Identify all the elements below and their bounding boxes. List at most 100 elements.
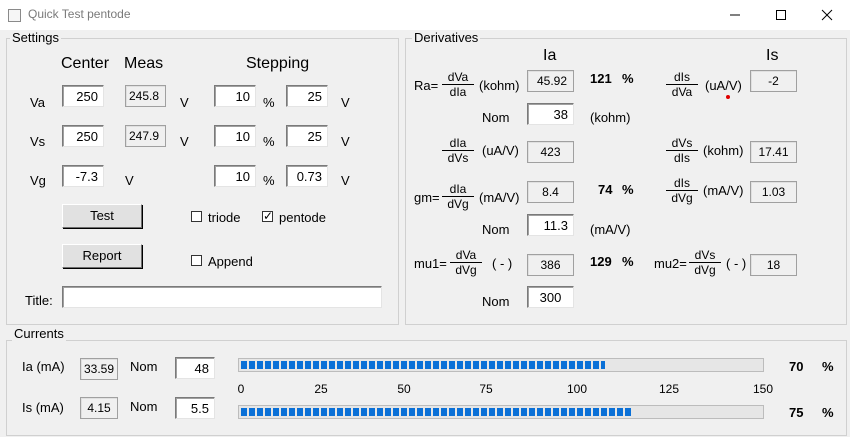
minimize-icon: [730, 14, 740, 16]
vs-center-input[interactable]: 250: [62, 125, 104, 147]
meas-header: Meas: [124, 55, 164, 72]
gm-nom-label: Nom: [482, 222, 510, 237]
scale-tick-125: 125: [658, 382, 680, 396]
ra-percent: 121: [590, 71, 612, 86]
ra-nom-label: Nom: [482, 110, 510, 125]
gm-nom-unit: (mA/V): [590, 222, 631, 237]
ia-percent: 70: [789, 359, 804, 374]
is-current-value: 4.15: [80, 397, 118, 419]
close-icon: [821, 9, 833, 21]
ra-prefix: Ra=: [414, 78, 439, 93]
scale-tick-50: 50: [397, 382, 411, 396]
center-header: Center: [61, 55, 110, 72]
pentode-checkbox[interactable]: ✓: [262, 211, 273, 222]
dvs-dis-value: 17.41: [750, 141, 797, 163]
vg-step-pct-input[interactable]: 10: [214, 165, 256, 187]
vg-unit: V: [125, 173, 134, 188]
currents-group-title: Currents: [12, 326, 66, 341]
ra-percent-sign: %: [622, 71, 634, 86]
va-step-value-input[interactable]: 25: [286, 85, 328, 107]
vg-step-value-input[interactable]: 0.73: [286, 165, 328, 187]
currents-group: [6, 340, 847, 436]
va-meas-value: 245.8: [125, 85, 166, 107]
red-dot-marker: [726, 95, 730, 99]
dis-dva-fraction: dIs dVa: [666, 70, 698, 99]
settings-group-title: Settings: [10, 30, 61, 45]
mu1-percent-sign: %: [622, 254, 634, 269]
is-current-label: Is (mA): [22, 400, 64, 415]
ia-progress-fill: [241, 361, 605, 369]
vs-label: Vs: [30, 134, 46, 149]
dis-dva-value: -2: [750, 70, 797, 92]
title-label: Title:: [25, 293, 53, 308]
va-pct-sign: %: [263, 95, 275, 110]
mu2-unit: ( - ): [726, 256, 747, 271]
scale-tick-100: 100: [566, 382, 588, 396]
vg-step-unit: V: [341, 173, 350, 188]
mu1-fraction: dVa dVg: [450, 248, 482, 277]
is-percent-sign: %: [822, 405, 834, 420]
derivatives-group-title: Derivatives: [412, 30, 481, 45]
report-button[interactable]: Report: [62, 244, 142, 268]
ra-fraction: dVa dIa: [442, 70, 474, 99]
mu2-fraction: dVs dVg: [689, 248, 721, 277]
pentode-label: pentode: [279, 210, 326, 225]
ia-percent-sign: %: [822, 359, 834, 374]
va-center-input[interactable]: 250: [62, 85, 104, 107]
dia-dvs-unit: (uA/V): [482, 143, 519, 158]
scale-tick-75: 75: [479, 382, 493, 396]
mu1-value: 386: [527, 254, 574, 276]
vs-meas-value: 247.9: [125, 125, 166, 147]
ia-progress-bar: [238, 358, 764, 372]
gm-fraction: dIa dVg: [442, 182, 474, 211]
title-bar: Quick Test pentode: [0, 0, 850, 30]
ra-nom-input[interactable]: 38: [527, 103, 574, 125]
ra-nom-unit: (kohm): [590, 110, 631, 125]
dvs-dis-fraction: dVs dIs: [666, 136, 698, 165]
mu2-value: 18: [750, 254, 797, 276]
is-column-header: Is: [766, 47, 779, 64]
test-button[interactable]: Test: [62, 204, 142, 228]
vs-step-value-input[interactable]: 25: [286, 125, 328, 147]
mu1-nom-label: Nom: [482, 294, 510, 309]
triode-checkbox[interactable]: [191, 211, 202, 222]
mu1-nom-input[interactable]: 300: [527, 286, 574, 308]
append-checkbox[interactable]: [191, 255, 202, 266]
gm-value: 8.4: [527, 181, 574, 203]
vs-unit: V: [180, 134, 189, 149]
app-icon: [8, 9, 21, 22]
dis-dvg-value: 1.03: [750, 181, 797, 203]
gm-nom-input[interactable]: 11.3: [527, 214, 574, 236]
vs-pct-sign: %: [263, 134, 275, 149]
vg-center-input[interactable]: -7.3: [62, 165, 104, 187]
mu1-prefix: mu1=: [414, 256, 447, 271]
is-nom-input[interactable]: 5.5: [175, 397, 215, 419]
window-title: Quick Test pentode: [28, 7, 131, 21]
minimize-button[interactable]: [712, 0, 758, 30]
vs-step-pct-input[interactable]: 10: [214, 125, 256, 147]
dis-dvg-unit: (mA/V): [703, 183, 744, 198]
scale-tick-0: 0: [237, 382, 245, 396]
vg-pct-sign: %: [263, 173, 275, 188]
close-button[interactable]: [804, 0, 850, 30]
dvs-dis-unit: (kohm): [703, 143, 744, 158]
dis-dvg-fraction: dIs dVg: [666, 176, 698, 205]
va-label: Va: [30, 95, 45, 110]
title-input[interactable]: [62, 286, 382, 308]
is-nom-label: Nom: [130, 399, 158, 414]
gm-percent-sign: %: [622, 182, 634, 197]
va-step-pct-input[interactable]: 10: [214, 85, 256, 107]
mu1-unit: ( - ): [492, 256, 513, 271]
scale-tick-25: 25: [314, 382, 328, 396]
vs-step-unit: V: [341, 134, 350, 149]
va-unit: V: [180, 95, 189, 110]
dis-dva-unit: (uA/V): [705, 78, 742, 93]
vg-label: Vg: [30, 173, 46, 188]
append-label: Append: [208, 254, 253, 269]
mu1-percent: 129: [590, 254, 612, 269]
maximize-button[interactable]: [758, 0, 804, 30]
ra-unit: (kohm): [479, 78, 520, 93]
ia-nom-input[interactable]: 48: [175, 357, 215, 379]
maximize-icon: [776, 10, 786, 20]
ia-nom-label: Nom: [130, 359, 158, 374]
